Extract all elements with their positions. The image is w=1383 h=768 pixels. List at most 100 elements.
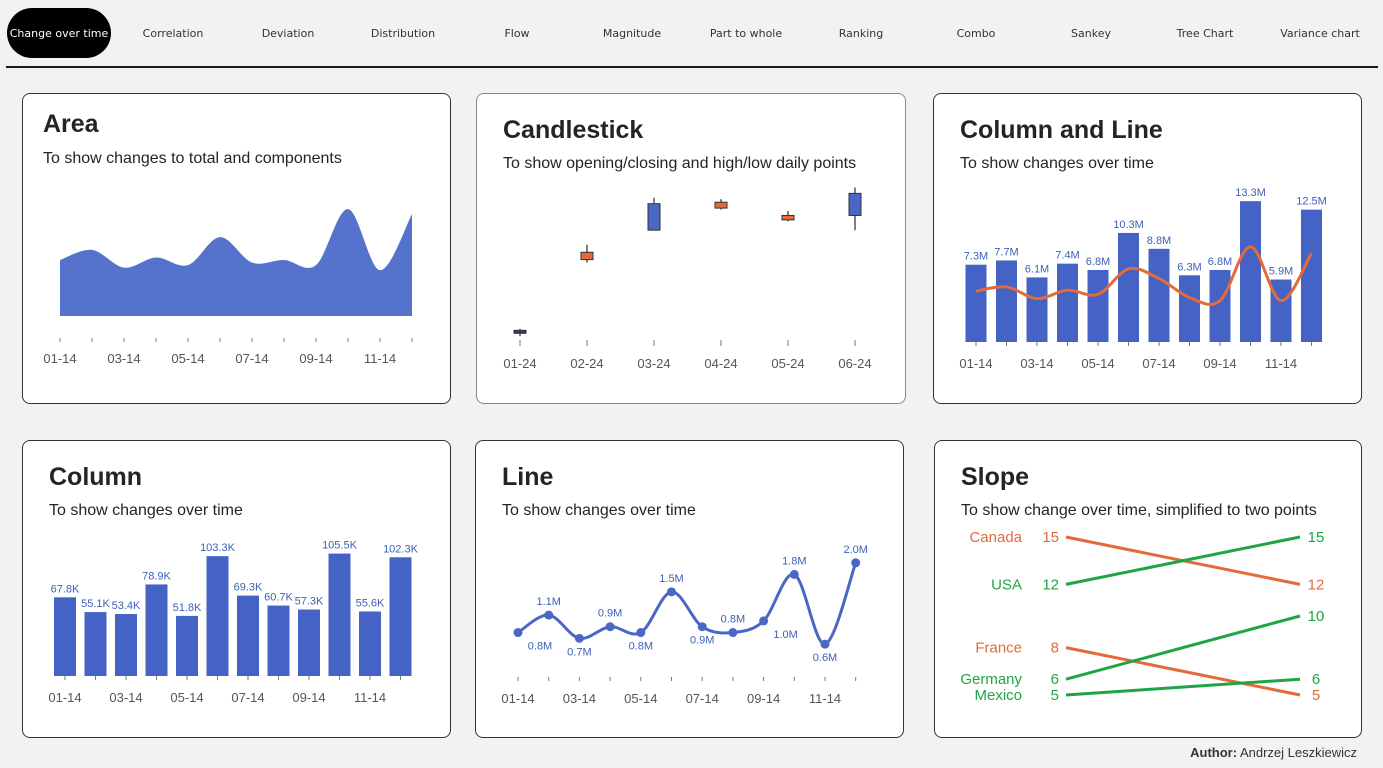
tab-sankey[interactable]: Sankey: [1036, 8, 1146, 58]
card-column-and-line[interactable]: Column and Line To show changes over tim…: [933, 93, 1362, 404]
slope-series-name: Germany: [960, 671, 1022, 688]
data-label: 1.8M: [782, 555, 806, 567]
data-label: 2.0M: [843, 544, 867, 556]
x-tick-label: 05-14: [171, 351, 204, 366]
slope-start-value: 5: [1051, 687, 1059, 704]
data-label: 78.9K: [142, 570, 171, 582]
data-label: 55.1K: [81, 598, 110, 610]
data-label: 105.5K: [322, 540, 358, 552]
author-label: Author:: [1190, 745, 1238, 760]
bar: [115, 614, 137, 676]
data-label: 0.8M: [528, 641, 552, 653]
line-point: [851, 558, 861, 568]
bar: [965, 264, 987, 342]
tab-ranking[interactable]: Ranking: [806, 8, 916, 58]
candle-body: [781, 214, 795, 221]
x-tick-label: 07-14: [235, 351, 268, 366]
tab-correlation[interactable]: Correlation: [118, 8, 228, 58]
tab-part-to-whole[interactable]: Part to whole: [691, 8, 801, 58]
slope-end-value: 5: [1312, 687, 1320, 704]
data-label: 10.3M: [1113, 219, 1144, 231]
candle-body: [848, 192, 862, 216]
line-series: [517, 562, 858, 646]
data-label: 6.8M: [1086, 256, 1110, 268]
data-label: 13.3M: [1235, 187, 1266, 199]
bar: [1026, 277, 1048, 342]
data-label: 57.3K: [295, 596, 324, 608]
slope-chart: Canada 15 12 USA 12 15 France 8 5 Germany 6 10 Mexic…: [960, 529, 1325, 704]
data-label: 53.4K: [112, 600, 141, 612]
bar: [206, 556, 229, 676]
column-and-line-chart: 7.3M 7.7M 6.1M 7.4M 6.8M 10.3M8.8M 6.3M 6.8M 13.…: [959, 187, 1327, 371]
bar: [267, 605, 290, 676]
bar: [84, 612, 107, 676]
tab-tree-chart[interactable]: Tree Chart: [1150, 8, 1260, 58]
tab-flow[interactable]: Flow: [462, 8, 572, 58]
x-tick-label: 11-14: [809, 691, 841, 706]
data-label: 1.5M: [659, 573, 683, 585]
tab-variance-chart[interactable]: Variance chart: [1265, 8, 1375, 58]
bar: [1179, 275, 1200, 342]
data-label: 6.8M: [1208, 256, 1232, 268]
data-label: 1.0M: [773, 629, 797, 641]
data-label: 5.9M: [1269, 266, 1293, 278]
data-label: 12.5M: [1296, 196, 1327, 208]
slope-start-value: 12: [1042, 576, 1059, 593]
line-point: [513, 628, 523, 638]
tab-combo[interactable]: Combo: [921, 8, 1031, 58]
slope-end-value: 15: [1308, 529, 1325, 546]
line-point: [759, 616, 769, 626]
x-tick-label: 03-14: [107, 351, 140, 366]
tab-distribution[interactable]: Distribution: [348, 8, 458, 58]
x-tick-label: 07-14: [686, 691, 719, 706]
data-label: 102.3K: [383, 543, 419, 555]
x-tick-label: 11-14: [1265, 356, 1297, 371]
x-tick-label: 01-14: [43, 351, 76, 366]
bar: [359, 611, 381, 676]
data-label: 0.9M: [690, 635, 714, 647]
x-tick-label: 01-14: [959, 356, 992, 371]
line-point: [789, 569, 799, 579]
slope-end-value: 12: [1308, 576, 1325, 593]
bar: [1240, 201, 1261, 342]
bar: [237, 595, 259, 676]
candle-body: [580, 251, 594, 261]
slope-end-value: 10: [1308, 608, 1325, 625]
tab-deviation[interactable]: Deviation: [233, 8, 343, 58]
data-label: 60.7K: [264, 592, 293, 604]
slope-series-name: Mexico: [974, 687, 1022, 704]
x-tick-label: 07-14: [231, 690, 264, 705]
x-tick-label: 03-14: [563, 691, 596, 706]
tab-change-over-time[interactable]: Change over time: [7, 8, 111, 58]
slope-end-value: 6: [1312, 671, 1320, 688]
author-name: Andrzej Leszkiewicz: [1239, 745, 1357, 760]
slope-series-name: USA: [991, 576, 1022, 593]
x-tick-label: 11-14: [354, 690, 386, 705]
candle-body: [647, 203, 661, 231]
author-credit: Author: Andrzej Leszkiewicz: [1190, 745, 1357, 760]
card-area[interactable]: Area To show changes to total and compon…: [22, 93, 451, 404]
bar: [328, 553, 351, 676]
card-slope[interactable]: Slope To show change over time, simplifi…: [934, 440, 1362, 738]
area-series: [60, 209, 412, 316]
candlestick-chart: 01-24 02-24 03-24 04-24 05-24 06-24: [503, 187, 872, 371]
data-label: 7.3M: [964, 251, 988, 263]
data-label: 0.9M: [598, 608, 622, 620]
data-label: 6.1M: [1025, 263, 1049, 275]
card-candlestick[interactable]: Candlestick To show opening/closing and …: [476, 93, 906, 404]
slope-series-name: France: [975, 640, 1022, 657]
candle-body: [714, 201, 728, 209]
x-tick-label: 09-14: [1203, 356, 1236, 371]
line-chart: 0.8M 1.1M 0.7M 0.9M 0.8M 1.5M 0.9M 0.8M 1.0M 1.8M…: [501, 544, 868, 706]
card-line[interactable]: Line To show changes over time 0.8M 1.1M 0…: [475, 440, 904, 738]
slope-start-value: 6: [1051, 671, 1059, 688]
card-column[interactable]: Column To show changes over time 67.8K 55…: [22, 440, 451, 738]
tab-magnitude[interactable]: Magnitude: [577, 8, 687, 58]
bar: [54, 597, 76, 676]
data-label: 0.8M: [629, 641, 653, 653]
data-label: 7.7M: [994, 246, 1018, 258]
data-label: 1.1M: [536, 596, 560, 608]
bar: [389, 557, 412, 676]
x-tick-label: 05-14: [1081, 356, 1114, 371]
column-chart: 67.8K55.1K 53.4K 78.9K 51.8K 103.3K 69.3K60.7…: [48, 540, 419, 705]
